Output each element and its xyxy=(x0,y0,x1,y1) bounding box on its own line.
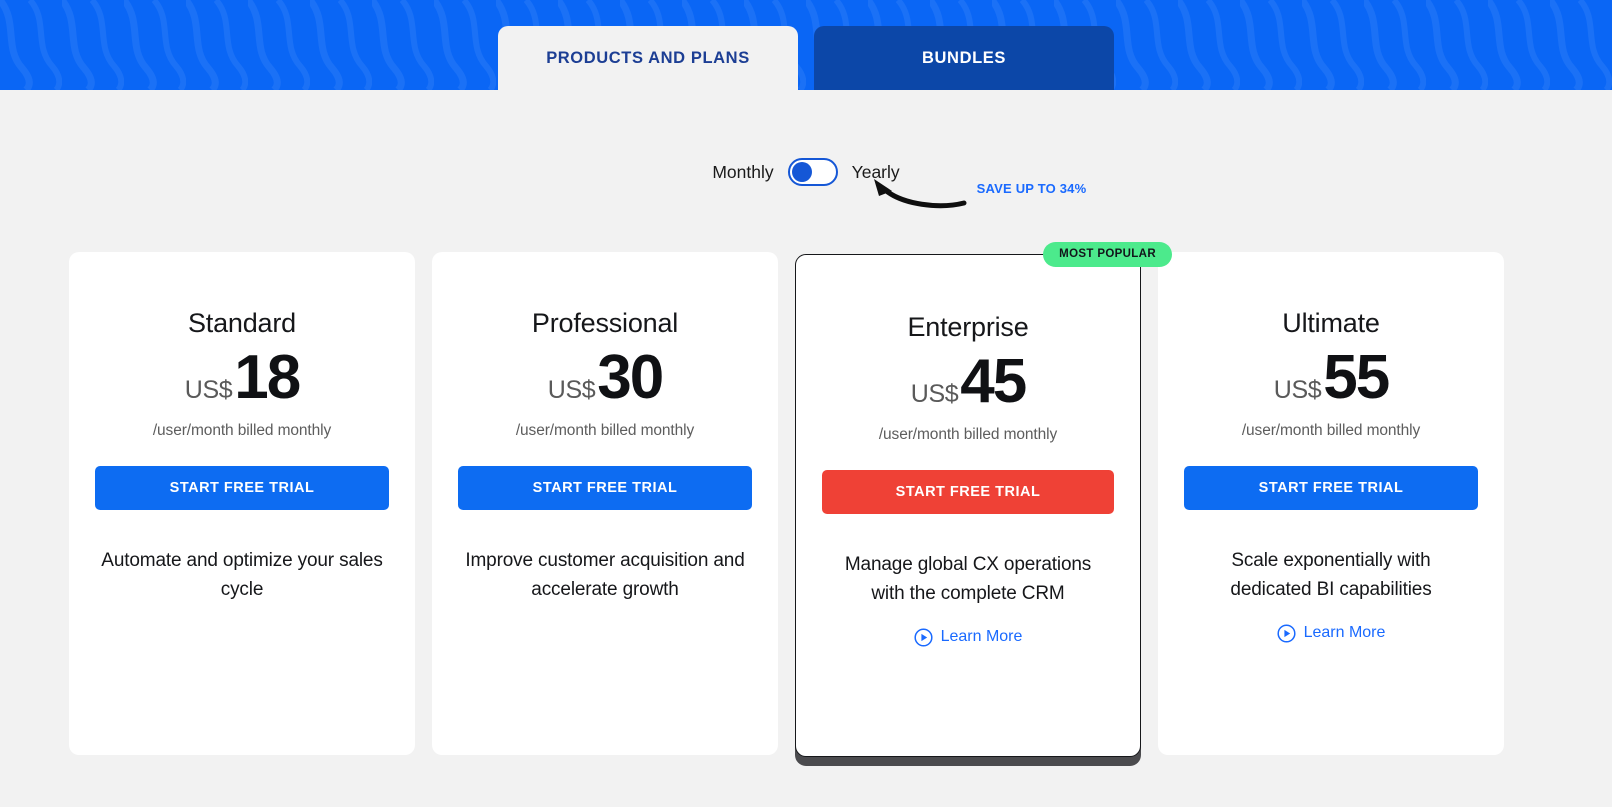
billing-note: /user/month billed monthly xyxy=(152,421,332,439)
price-currency: US$ xyxy=(184,376,233,404)
price-line: US$ 55 xyxy=(1184,343,1478,412)
billing-note: /user/month billed monthly xyxy=(878,425,1058,443)
price-value: 55 xyxy=(1323,343,1390,412)
play-circle-icon xyxy=(914,628,933,647)
play-circle-icon xyxy=(1277,624,1296,643)
learn-more-link[interactable]: Learn More xyxy=(1184,624,1478,643)
switch-knob xyxy=(791,162,812,182)
start-free-trial-button[interactable]: START FREE TRIAL xyxy=(822,469,1114,514)
pricing-cards-row: Standard US$ 18 /user/month billed month… xyxy=(69,242,1544,757)
billing-period-switch[interactable] xyxy=(787,158,838,186)
start-free-trial-button[interactable]: START FREE TRIAL xyxy=(458,465,752,510)
plan-name: Professional xyxy=(531,308,679,338)
tab-products-and-plans[interactable]: PRODUCTS AND PLANS xyxy=(498,26,798,90)
save-up-to-note: SAVE UP TO 34% xyxy=(976,181,1087,196)
plan-type-tabs: PRODUCTS AND PLANS BUNDLES xyxy=(0,26,1612,90)
pricing-card-standard[interactable]: Standard US$ 18 /user/month billed month… xyxy=(69,252,415,755)
pricing-card-ultimate[interactable]: Ultimate US$ 55 /user/month billed month… xyxy=(1158,252,1504,755)
pricing-card-professional[interactable]: Professional US$ 30 /user/month billed m… xyxy=(432,252,778,755)
tab-bundles[interactable]: BUNDLES xyxy=(814,26,1114,90)
plan-description: Improve customer acquisition and acceler… xyxy=(465,549,745,600)
learn-more-link[interactable]: Learn More xyxy=(822,628,1114,647)
price-currency: US$ xyxy=(547,376,596,404)
plan-description: Automate and optimize your sales cycle xyxy=(101,549,383,600)
billing-toggle-group: Monthly Yearly SAVE UP TO 34% xyxy=(712,155,1086,209)
most-popular-badge: MOST POPULAR xyxy=(1043,242,1172,267)
toggle-label-yearly: Yearly xyxy=(851,162,900,182)
start-free-trial-button[interactable]: START FREE TRIAL xyxy=(95,465,389,510)
price-value: 30 xyxy=(597,343,664,412)
plan-name: Ultimate xyxy=(1282,308,1380,338)
plan-name: Enterprise xyxy=(907,312,1029,342)
price-line: US$ 30 xyxy=(458,343,752,412)
price-line: US$ 18 xyxy=(95,343,389,412)
learn-more-label: Learn More xyxy=(1303,624,1386,642)
price-line: US$ 45 xyxy=(822,347,1114,416)
toggle-label-monthly: Monthly xyxy=(712,162,774,182)
billing-toggle-area: Monthly Yearly SAVE UP TO 34% xyxy=(0,155,1612,209)
tab-products-and-plans-label: PRODUCTS AND PLANS xyxy=(546,48,750,67)
price-value: 45 xyxy=(960,347,1027,416)
billing-note: /user/month billed monthly xyxy=(1241,421,1421,439)
plan-description: Scale exponentially with dedicated BI ca… xyxy=(1230,549,1432,600)
plan-name: Standard xyxy=(188,308,296,338)
learn-more-label: Learn More xyxy=(940,628,1023,646)
price-value: 18 xyxy=(234,343,301,412)
price-currency: US$ xyxy=(910,380,959,408)
billing-note: /user/month billed monthly xyxy=(515,421,695,439)
plan-description: Manage global CX operations with the com… xyxy=(844,553,1092,604)
pricing-card-enterprise[interactable]: MOST POPULAR Enterprise US$ 45 /user/mon… xyxy=(795,242,1172,757)
price-currency: US$ xyxy=(1273,376,1322,404)
start-free-trial-button[interactable]: START FREE TRIAL xyxy=(1184,465,1478,510)
tab-bundles-label: BUNDLES xyxy=(922,48,1006,67)
